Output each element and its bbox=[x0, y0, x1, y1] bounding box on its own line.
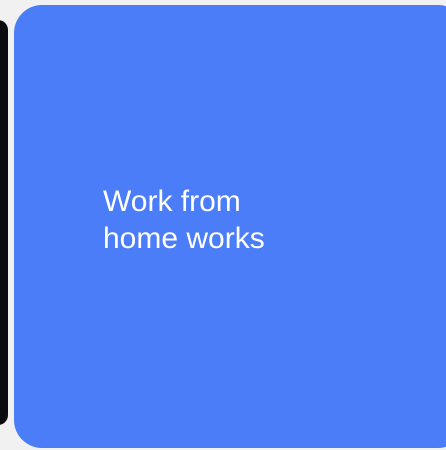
note-card[interactable]: Work from home works bbox=[14, 5, 446, 448]
card-carousel: Work from home works bbox=[0, 0, 446, 450]
note-card-text: Work from home works bbox=[103, 185, 265, 255]
previous-card-edge[interactable] bbox=[0, 20, 8, 425]
